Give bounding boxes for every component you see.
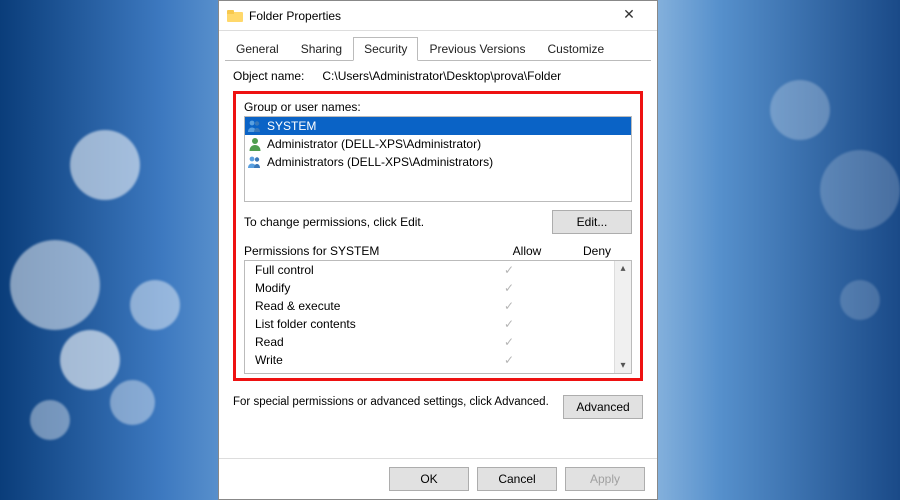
permission-name: Full control: [245, 263, 474, 277]
ok-button[interactable]: OK: [389, 467, 469, 491]
permission-name: Read: [245, 335, 474, 349]
edit-button[interactable]: Edit...: [552, 210, 632, 234]
object-name-row: Object name: C:\Users\Administrator\Desk…: [233, 69, 643, 83]
deny-header: Deny: [562, 244, 632, 258]
tab-body: Object name: C:\Users\Administrator\Desk…: [219, 61, 657, 458]
object-name-label: Object name:: [233, 69, 304, 83]
groups-listbox[interactable]: SYSTEM Administrator (DELL-XPS\Administra…: [244, 116, 632, 202]
advanced-row: For special permissions or advanced sett…: [233, 395, 643, 419]
group-icon: [247, 118, 263, 134]
dialog-footer: OK Cancel Apply: [219, 458, 657, 499]
tab-general[interactable]: General: [225, 37, 290, 61]
allow-header: Allow: [492, 244, 562, 258]
group-icon: [247, 154, 263, 170]
group-list-item[interactable]: SYSTEM: [245, 117, 631, 135]
group-list-item-label: SYSTEM: [267, 119, 316, 133]
properties-dialog: Folder Properties ✕ General Sharing Secu…: [218, 0, 658, 500]
permission-row[interactable]: Read & execute✓: [245, 297, 614, 315]
user-icon: [247, 136, 263, 152]
scrollbar[interactable]: ▴ ▾: [614, 261, 631, 373]
group-list-item[interactable]: Administrator (DELL-XPS\Administrator): [245, 135, 631, 153]
group-list-item-label: Administrator (DELL-XPS\Administrator): [267, 137, 481, 151]
tab-customize[interactable]: Customize: [536, 37, 615, 61]
permissions-header: Permissions for SYSTEM Allow Deny: [244, 244, 632, 258]
close-button[interactable]: ✕: [609, 2, 649, 30]
group-list-item-label: Administrators (DELL-XPS\Administrators): [267, 155, 493, 169]
group-list-item[interactable]: Administrators (DELL-XPS\Administrators): [245, 153, 631, 171]
permission-row[interactable]: Modify✓: [245, 279, 614, 297]
permission-row[interactable]: Full control✓: [245, 261, 614, 279]
permission-row[interactable]: List folder contents✓: [245, 315, 614, 333]
permission-name: List folder contents: [245, 317, 474, 331]
permission-name: Modify: [245, 281, 474, 295]
permissions-for-label: Permissions for SYSTEM: [244, 244, 492, 258]
titlebar[interactable]: Folder Properties ✕: [219, 1, 657, 31]
edit-hint: To change permissions, click Edit.: [244, 215, 424, 229]
allow-check-icon: ✓: [474, 281, 544, 295]
advanced-hint: For special permissions or advanced sett…: [233, 395, 553, 410]
cancel-button[interactable]: Cancel: [477, 467, 557, 491]
tab-sharing[interactable]: Sharing: [290, 37, 353, 61]
advanced-button[interactable]: Advanced: [563, 395, 643, 419]
tab-security[interactable]: Security: [353, 37, 418, 61]
object-name-value: C:\Users\Administrator\Desktop\prova\Fol…: [322, 69, 561, 83]
permission-name: Write: [245, 353, 474, 367]
allow-check-icon: ✓: [474, 299, 544, 313]
allow-check-icon: ✓: [474, 263, 544, 277]
allow-check-icon: ✓: [474, 353, 544, 367]
permission-row[interactable]: Read✓: [245, 333, 614, 351]
groups-label: Group or user names:: [244, 100, 632, 114]
tab-strip: General Sharing Security Previous Versio…: [219, 31, 657, 61]
window-title: Folder Properties: [249, 9, 609, 23]
folder-icon: [227, 10, 243, 22]
highlight-box: Group or user names: SYSTEM Administrator…: [233, 91, 643, 381]
tab-previous-versions[interactable]: Previous Versions: [418, 37, 536, 61]
permission-row[interactable]: Write✓: [245, 351, 614, 369]
scroll-up-icon[interactable]: ▴: [620, 261, 625, 276]
permissions-listbox[interactable]: Full control✓Modify✓Read & execute✓List …: [244, 260, 632, 374]
allow-check-icon: ✓: [474, 317, 544, 331]
allow-check-icon: ✓: [474, 335, 544, 349]
scroll-down-icon[interactable]: ▾: [620, 358, 625, 373]
apply-button[interactable]: Apply: [565, 467, 645, 491]
permission-name: Read & execute: [245, 299, 474, 313]
